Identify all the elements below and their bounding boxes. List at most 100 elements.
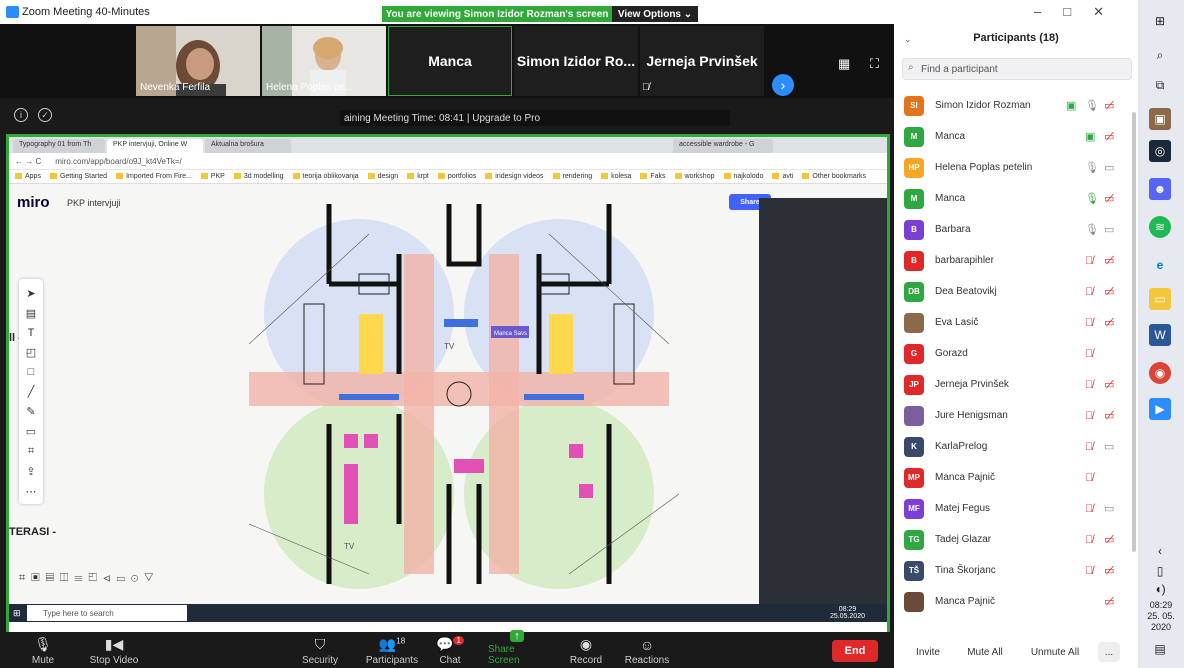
- bookmark[interactable]: Apps: [15, 173, 41, 180]
- bookmark[interactable]: rendering: [553, 173, 593, 180]
- taskbar-search[interactable]: Type here to search: [27, 605, 187, 621]
- stop-video-button[interactable]: ▮◀ Stop Video: [86, 632, 142, 668]
- participants-button[interactable]: 👥18 Participants: [366, 632, 418, 668]
- more-tools-icon[interactable]: ⋯: [26, 485, 37, 498]
- miro-board[interactable]: miro PKP intervjuji ll - TERASI - TV TV …: [9, 184, 887, 604]
- pen-tool-icon[interactable]: ✎: [26, 405, 35, 418]
- system-clock[interactable]: 08:29 25. 05. 2020: [1138, 600, 1184, 633]
- bookmark[interactable]: kolesa: [601, 173, 631, 180]
- notifications-icon[interactable]: ▤: [1149, 638, 1171, 660]
- mute-all-button[interactable]: Mute All: [960, 642, 1010, 662]
- participant-row[interactable]: MF Matej Fegus 🎙̸ ▭: [894, 493, 1138, 524]
- bookmark[interactable]: workshop: [675, 173, 715, 180]
- microphone-icon[interactable]: 🎙: [1085, 99, 1099, 112]
- search-icon[interactable]: ⌕: [1149, 44, 1171, 66]
- participant-row[interactable]: B Barbara 🎙 ▭: [894, 214, 1138, 245]
- participant-row[interactable]: TG Tadej Glazar 🎙̸ ▭̸: [894, 524, 1138, 555]
- chat-button[interactable]: 💬 1 Chat: [436, 632, 464, 668]
- microphone-icon[interactable]: 🎙̸: [1085, 534, 1093, 546]
- microphone-icon[interactable]: 🎙̸: [1085, 472, 1093, 484]
- participant-row[interactable]: M Manca ▣ ▭̸: [894, 121, 1138, 152]
- microphone-icon[interactable]: 🎙̸: [1085, 317, 1093, 329]
- browser-tab[interactable]: Typography 01 from Th: [13, 139, 105, 153]
- template-tool-icon[interactable]: ▤: [26, 307, 36, 320]
- video-tile[interactable]: Jerneja Prvinšek 🎙̸: [640, 26, 764, 96]
- window-controls[interactable]: –□✕: [1034, 4, 1126, 20]
- task-view-icon[interactable]: ⧉: [1149, 74, 1171, 96]
- windows-start-icon[interactable]: ⊞: [1149, 10, 1171, 32]
- bookmark[interactable]: Imported From Fire...: [116, 173, 192, 180]
- video-tile[interactable]: Nevenka Ferfila: [136, 26, 260, 96]
- layout-icons[interactable]: ▦ ⛶: [838, 56, 887, 72]
- video-tile[interactable]: Manca: [388, 26, 512, 96]
- participant-row[interactable]: MP Manca Pajnič 🎙̸: [894, 462, 1138, 493]
- participant-row[interactable]: TŠ Tina Škorjanc 🎙̸ ▭̸: [894, 555, 1138, 586]
- app-photo-icon[interactable]: ▣: [1149, 108, 1171, 130]
- bookmark[interactable]: indesign videos: [485, 173, 543, 180]
- frame-tool-icon[interactable]: ⌗: [28, 445, 34, 458]
- more-options-button[interactable]: ...: [1098, 642, 1120, 662]
- view-options-button[interactable]: View Options ⌄: [612, 6, 698, 22]
- board-name[interactable]: PKP intervjuji: [67, 198, 120, 208]
- microphone-icon[interactable]: 🎙: [1085, 223, 1099, 236]
- browser-tab[interactable]: PKP intervjuji, Online W: [107, 139, 203, 153]
- security-button[interactable]: ⛉ Security: [298, 632, 342, 668]
- steam-icon[interactable]: ◎: [1149, 140, 1171, 162]
- bookmark[interactable]: Getting Started: [50, 173, 107, 180]
- microphone-icon[interactable]: 🎙̸: [1085, 255, 1093, 267]
- text-tool-icon[interactable]: T: [28, 327, 35, 339]
- participant-row[interactable]: JP Jerneja Prvinšek 🎙̸ ▭̸: [894, 369, 1138, 400]
- next-page-icon[interactable]: ›: [772, 74, 794, 96]
- participant-row[interactable]: Eva Lasič 🎙̸ ▭̸: [894, 307, 1138, 338]
- bookmark[interactable]: portfolios: [438, 173, 476, 180]
- miro-bottom-tools[interactable]: ⌗▣▤◫☰◰⏿▭⊙▽: [19, 572, 159, 585]
- invite-button[interactable]: Invite: [908, 642, 948, 662]
- browser-tab[interactable]: Aktualna brošura: [205, 139, 291, 153]
- microphone-icon[interactable]: 🎙̸: [1085, 441, 1093, 453]
- participant-row[interactable]: Manca Pajnič ▭̸: [894, 586, 1138, 617]
- mute-button[interactable]: 🎙 Mute: [26, 632, 60, 668]
- microphone-icon[interactable]: 🎙̸: [1085, 348, 1093, 360]
- line-tool-icon[interactable]: ╱: [28, 385, 35, 398]
- microphone-icon[interactable]: 🎙: [1085, 161, 1099, 174]
- bookmark[interactable]: krpt: [407, 173, 429, 180]
- participant-row[interactable]: M Manca 🎙 ▭̸: [894, 183, 1138, 214]
- sticky-note-icon[interactable]: ◰: [26, 346, 36, 359]
- share-screen-button[interactable]: ↑ Share Screen: [488, 630, 546, 668]
- spotify-icon[interactable]: ≋: [1149, 216, 1171, 238]
- upload-tool-icon[interactable]: ⇪: [26, 465, 35, 478]
- discord-icon[interactable]: ☻: [1149, 178, 1171, 200]
- browser-tab[interactable]: accessible wardrobe - G: [673, 139, 773, 153]
- bookmark[interactable]: design: [368, 173, 399, 180]
- info-icon[interactable]: i: [14, 108, 28, 122]
- windows-start-icon[interactable]: ⊞: [13, 608, 21, 619]
- word-icon[interactable]: W: [1149, 324, 1171, 346]
- record-button[interactable]: ◉ Record: [568, 632, 604, 668]
- participant-row[interactable]: Bbarbarapihler 🎙̸ ▭̸: [894, 245, 1138, 276]
- select-tool-icon[interactable]: ➤: [26, 287, 35, 300]
- bookmark[interactable]: PKP: [201, 173, 225, 180]
- participant-row[interactable]: SI Simon Izidor Rozman ▣ 🎙 ▭̸: [894, 90, 1138, 121]
- bookmark[interactable]: 3d modelling: [234, 173, 284, 180]
- microphone-icon[interactable]: 🎙: [1085, 192, 1099, 205]
- bookmark[interactable]: najkolodo: [724, 173, 764, 180]
- shape-tool-icon[interactable]: □: [28, 366, 35, 378]
- video-tile[interactable]: Helena Poplas pe...: [262, 26, 386, 96]
- bookmark[interactable]: Other bookmarks: [802, 173, 866, 180]
- participant-search-input[interactable]: ⌕ Find a participant: [902, 58, 1132, 80]
- end-meeting-button[interactable]: End: [832, 640, 878, 662]
- video-tile[interactable]: Simon Izidor Ro...: [514, 26, 638, 96]
- comment-tool-icon[interactable]: ▭: [26, 425, 36, 438]
- edge-icon[interactable]: e: [1149, 254, 1171, 276]
- participant-row[interactable]: DB Dea Beatovikj 🎙̸ ▭̸: [894, 276, 1138, 307]
- participant-row[interactable]: HP Helena Poplas petelin 🎙 ▭: [894, 152, 1138, 183]
- unmute-all-button[interactable]: Unmute All: [1024, 642, 1086, 662]
- bookmark[interactable]: teorija oblikovanja: [293, 173, 359, 180]
- microphone-icon[interactable]: 🎙̸: [1085, 410, 1093, 422]
- bookmark[interactable]: Faks: [640, 173, 665, 180]
- microphone-icon[interactable]: 🎙̸: [1085, 503, 1093, 515]
- chrome-icon[interactable]: ◉: [1149, 362, 1171, 384]
- bookmark[interactable]: avti: [772, 173, 793, 180]
- microphone-icon[interactable]: 🎙̸: [1085, 379, 1093, 391]
- scrollbar[interactable]: [1132, 112, 1136, 552]
